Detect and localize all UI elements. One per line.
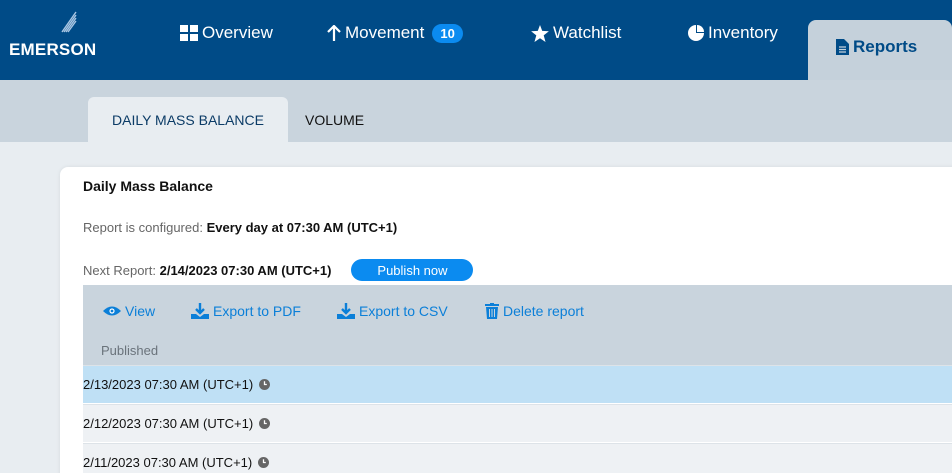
tab-volume[interactable]: VOLUME: [305, 97, 364, 142]
emerson-logo[interactable]: EMERSON: [0, 0, 135, 80]
delete-report-label: Delete report: [503, 303, 584, 319]
report-type-tabs: DAILY MASS BALANCE VOLUME: [0, 80, 952, 142]
tab-daily-mass-balance[interactable]: DAILY MASS BALANCE: [88, 97, 288, 142]
download-icon: [191, 303, 209, 319]
clock-icon: [259, 418, 271, 429]
report-configuration: Report is configured: Every day at 07:30…: [83, 220, 397, 235]
next-report-label: Next Report:: [83, 262, 156, 278]
export-pdf-button[interactable]: Export to PDF: [191, 303, 301, 319]
export-csv-button[interactable]: Export to CSV: [337, 303, 448, 319]
emerson-logo-mark-icon: [61, 11, 77, 33]
table-row[interactable]: 2/13/2023 07:30 AM (UTC+1): [83, 365, 952, 403]
nav-item-inventory[interactable]: Inventory: [688, 0, 778, 80]
document-icon: [836, 39, 849, 55]
grid-icon: [180, 25, 198, 41]
nav-item-movement[interactable]: Movement 10: [327, 0, 463, 80]
report-title: Daily Mass Balance: [83, 178, 213, 194]
table-row[interactable]: 2/11/2023 07:30 AM (UTC+1): [83, 443, 952, 473]
brand-name: EMERSON: [9, 40, 97, 59]
publish-now-button[interactable]: Publish now: [351, 259, 474, 281]
eye-icon: [103, 305, 121, 317]
clock-icon: [259, 379, 271, 390]
nav-item-label: Overview: [202, 23, 273, 42]
view-label: View: [125, 303, 156, 319]
published-date: 2/13/2023 07:30 AM (UTC+1): [83, 377, 254, 392]
star-icon: [531, 24, 549, 42]
nav-item-label: Movement: [345, 23, 425, 42]
delete-report-button[interactable]: Delete report: [485, 303, 584, 319]
nav-item-watchlist[interactable]: Watchlist: [531, 0, 621, 80]
trash-icon: [485, 303, 499, 319]
download-icon: [337, 303, 355, 319]
view-button[interactable]: View: [103, 303, 155, 319]
published-date: 2/12/2023 07:30 AM (UTC+1): [83, 416, 254, 431]
report-card: Daily Mass Balance Report is configured:…: [60, 167, 952, 473]
configured-value: Every day at 07:30 AM (UTC+1): [206, 220, 398, 235]
next-report-row: Next Report: 2/14/2023 07:30 AM (UTC+1) …: [83, 259, 474, 281]
configured-label: Report is configured:: [83, 220, 203, 235]
top-navigation-bar: EMERSON Overview Movement 10 Watchlist I…: [0, 0, 952, 80]
clock-icon: [258, 457, 270, 468]
pie-chart-icon: [688, 25, 704, 41]
nav-item-label: Reports: [853, 37, 918, 56]
arrow-up-icon: [327, 25, 341, 41]
published-column-header[interactable]: Published: [101, 343, 158, 358]
export-csv-label: Export to CSV: [359, 303, 448, 319]
report-toolbar: View Export to PDF Export to CSV Delete …: [83, 285, 952, 365]
nav-item-overview[interactable]: Overview: [180, 0, 273, 80]
nav-item-reports[interactable]: Reports: [808, 20, 952, 80]
nav-item-label: Watchlist: [553, 23, 622, 42]
published-date: 2/11/2023 07:30 AM (UTC+1): [83, 455, 253, 470]
next-report-value: 2/14/2023 07:30 AM (UTC+1): [159, 262, 332, 278]
nav-item-label: Inventory: [708, 23, 778, 42]
export-pdf-label: Export to PDF: [213, 303, 301, 319]
table-row[interactable]: 2/12/2023 07:30 AM (UTC+1): [83, 404, 952, 442]
movement-count-badge: 10: [432, 23, 463, 43]
